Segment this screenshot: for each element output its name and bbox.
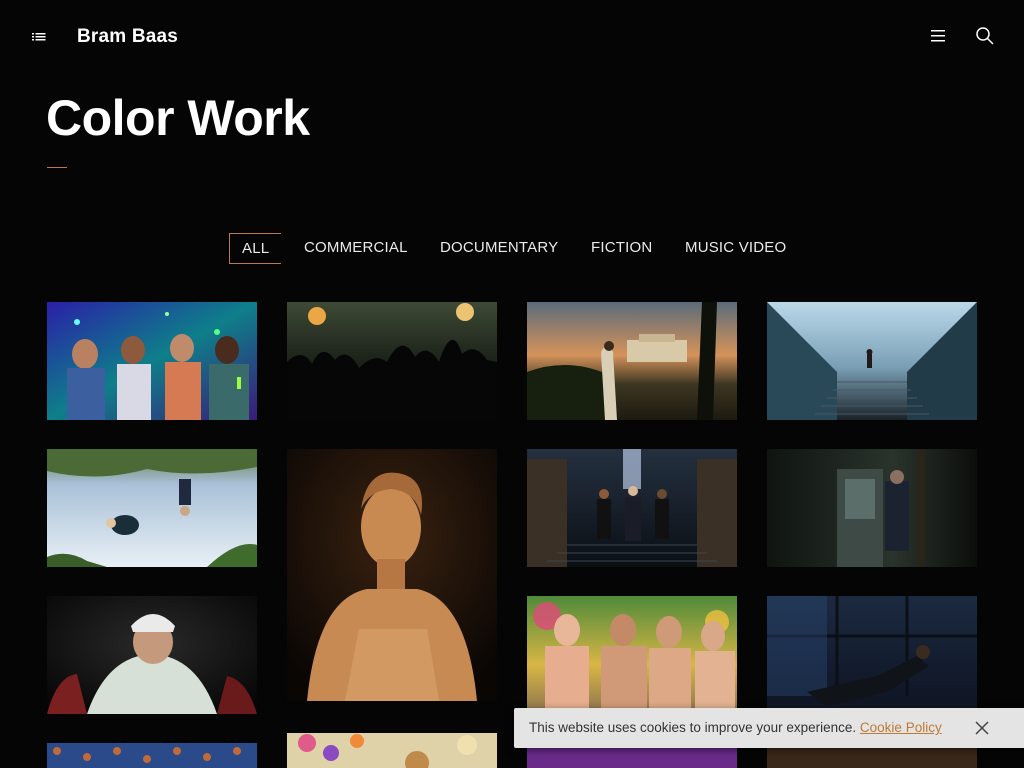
filter-commercial[interactable]: COMMERCIAL bbox=[304, 233, 408, 264]
gallery-item-portrait-woman-warm[interactable] bbox=[287, 449, 497, 701]
cookie-message: This website uses cookies to improve you… bbox=[529, 720, 942, 735]
gallery-item-man-cap-topdown[interactable] bbox=[47, 596, 257, 714]
filter-documentary[interactable]: DOCUMENTARY bbox=[440, 233, 558, 264]
filter-fiction[interactable]: FICTION bbox=[591, 233, 652, 264]
cookie-policy-link[interactable]: Cookie Policy bbox=[860, 720, 942, 735]
site-header: Bram Baas bbox=[0, 0, 1024, 74]
gallery-item-runner-stairs-glass[interactable] bbox=[767, 302, 977, 420]
list-menu-icon[interactable] bbox=[30, 30, 48, 44]
search-icon[interactable] bbox=[975, 26, 995, 46]
cookie-message-text: This website uses cookies to improve you… bbox=[529, 720, 857, 735]
filter-music-video[interactable]: MUSIC VIDEO bbox=[685, 233, 786, 264]
gallery-item-woman-palace-sunset[interactable] bbox=[527, 302, 737, 420]
gallery-item-flowers-bright[interactable] bbox=[287, 733, 497, 768]
hamburger-icon[interactable] bbox=[929, 28, 947, 44]
gallery-item-man-dark-kitchen[interactable] bbox=[767, 449, 977, 567]
close-icon[interactable] bbox=[974, 720, 990, 736]
brand-logo[interactable]: Bram Baas bbox=[77, 26, 178, 48]
filter-all[interactable]: ALL bbox=[229, 233, 282, 264]
gallery-item-pattern-carpet[interactable] bbox=[47, 743, 257, 768]
title-divider bbox=[47, 167, 67, 168]
gallery-item-concert-crowd-flares[interactable] bbox=[287, 302, 497, 420]
page-title: Color Work bbox=[46, 90, 310, 146]
gallery-item-men-stairs-hall[interactable] bbox=[527, 449, 737, 567]
gallery-item-upside-down-jump[interactable] bbox=[47, 449, 257, 567]
gallery-item-party-friends-neon[interactable] bbox=[47, 302, 257, 420]
category-filter-bar: ALL COMMERCIAL DOCUMENTARY FICTION MUSIC… bbox=[0, 233, 1024, 264]
cookie-banner: This website uses cookies to improve you… bbox=[514, 708, 1024, 748]
